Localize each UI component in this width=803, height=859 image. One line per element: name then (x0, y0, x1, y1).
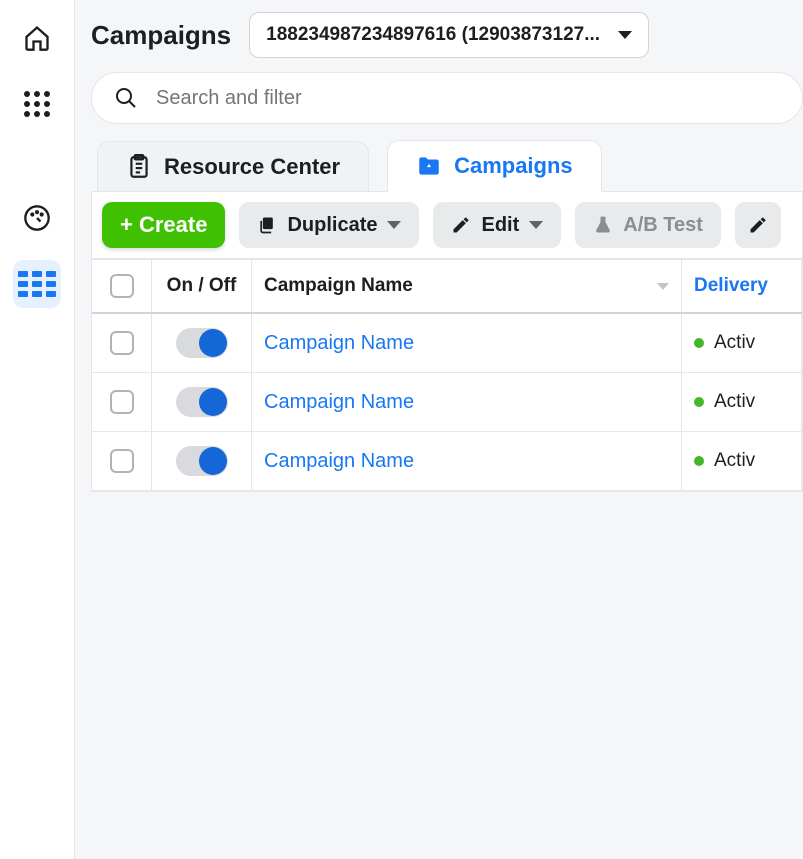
campaign-name-link[interactable]: Campaign Name (264, 391, 414, 414)
delivery-status: Activ (714, 332, 755, 354)
chevron-down-icon (529, 221, 543, 229)
create-button[interactable]: + Create (102, 202, 225, 248)
status-toggle[interactable] (176, 328, 228, 358)
nav-overview[interactable] (13, 194, 61, 242)
create-label: + Create (120, 212, 207, 238)
delivery-status: Activ (714, 450, 755, 472)
checkbox-icon[interactable] (110, 331, 134, 355)
checkbox-icon[interactable] (110, 449, 134, 473)
campaign-name-link[interactable]: Campaign Name (264, 332, 414, 355)
search-icon (114, 86, 138, 110)
nav-campaigns[interactable] (13, 260, 61, 308)
ab-test-button[interactable]: A/B Test (575, 202, 721, 248)
tab-campaigns[interactable]: Campaigns (387, 140, 602, 192)
table-icon (18, 271, 56, 297)
delivery-status: Activ (714, 391, 755, 413)
clipboard-icon (126, 154, 152, 180)
folder-icon (416, 153, 442, 179)
more-edit-button[interactable] (735, 202, 781, 248)
row-delivery-cell: Activ (682, 373, 802, 431)
chevron-down-icon (387, 221, 401, 229)
edit-label: Edit (481, 214, 519, 237)
apps-icon (24, 91, 50, 117)
status-toggle[interactable] (176, 446, 228, 476)
tab-resource-center[interactable]: Resource Center (97, 141, 369, 192)
row-select[interactable] (92, 314, 152, 372)
page-title: Campaigns (91, 20, 231, 51)
row-delivery-cell: Activ (682, 314, 802, 372)
row-toggle-cell (152, 432, 252, 490)
checkbox-icon[interactable] (110, 274, 134, 298)
toggle-knob (199, 388, 227, 416)
chevron-down-icon (618, 31, 632, 39)
gauge-icon (23, 204, 51, 232)
row-select[interactable] (92, 373, 152, 431)
header: Campaigns 188234987234897616 (1290387312… (91, 12, 803, 58)
home-icon (23, 24, 51, 52)
pencil-icon (451, 215, 471, 235)
search-bar[interactable] (91, 72, 803, 124)
toggle-knob (199, 329, 227, 357)
tab-label: Resource Center (164, 154, 340, 180)
left-nav-rail (0, 0, 75, 859)
table-row: Campaign Name Activ (92, 314, 802, 373)
column-onoff[interactable]: On / Off (152, 260, 252, 312)
campaigns-table: On / Off Campaign Name Delivery Campaign… (91, 259, 803, 492)
table-header-row: On / Off Campaign Name Delivery (92, 260, 802, 314)
row-name-cell: Campaign Name (252, 432, 682, 490)
toggle-knob (199, 447, 227, 475)
nav-home[interactable] (13, 14, 61, 62)
pencil-icon (748, 215, 768, 235)
campaign-name-link[interactable]: Campaign Name (264, 450, 414, 473)
row-name-cell: Campaign Name (252, 314, 682, 372)
row-select[interactable] (92, 432, 152, 490)
checkbox-icon[interactable] (110, 390, 134, 414)
status-dot-icon (694, 397, 704, 407)
main-content: Campaigns 188234987234897616 (1290387312… (75, 0, 803, 859)
flask-icon (593, 215, 613, 235)
ab-test-label: A/B Test (623, 214, 703, 237)
nav-apps[interactable] (13, 80, 61, 128)
tabs: Resource Center Campaigns (91, 140, 803, 192)
edit-button[interactable]: Edit (433, 202, 561, 248)
duplicate-button[interactable]: Duplicate (239, 202, 419, 248)
status-toggle[interactable] (176, 387, 228, 417)
column-delivery[interactable]: Delivery (682, 260, 802, 312)
tab-label: Campaigns (454, 153, 573, 179)
toolbar: + Create Duplicate Edit A/B Test (91, 191, 803, 259)
duplicate-label: Duplicate (287, 214, 377, 237)
ad-account-value: 188234987234897616 (12903873127... (266, 24, 600, 46)
row-delivery-cell: Activ (682, 432, 802, 490)
duplicate-icon (257, 215, 277, 235)
row-toggle-cell (152, 314, 252, 372)
ad-account-selector[interactable]: 188234987234897616 (12903873127... (249, 12, 649, 58)
table-row: Campaign Name Activ (92, 373, 802, 432)
column-label: Campaign Name (264, 275, 413, 297)
select-all-header[interactable] (92, 260, 152, 312)
row-name-cell: Campaign Name (252, 373, 682, 431)
row-toggle-cell (152, 373, 252, 431)
status-dot-icon (694, 456, 704, 466)
status-dot-icon (694, 338, 704, 348)
column-campaign-name[interactable]: Campaign Name (252, 260, 682, 312)
search-input[interactable] (156, 87, 780, 110)
sort-icon (657, 283, 669, 290)
table-row: Campaign Name Activ (92, 432, 802, 491)
